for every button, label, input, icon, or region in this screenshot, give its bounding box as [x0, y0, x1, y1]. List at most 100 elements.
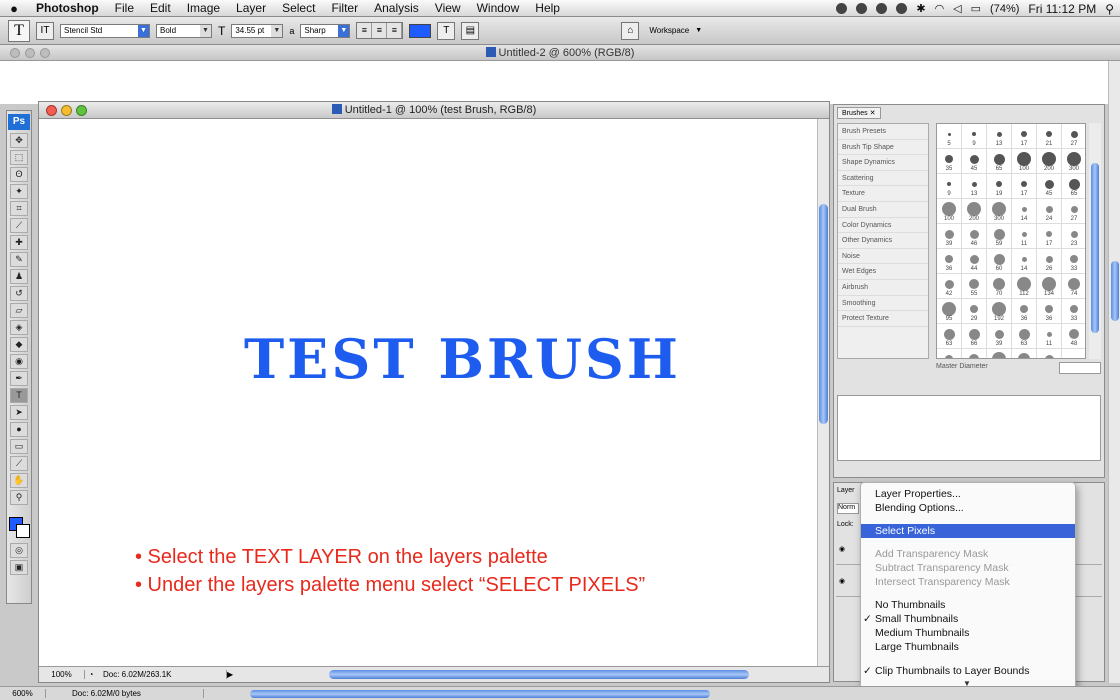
text-color-swatch[interactable]	[409, 23, 432, 38]
brush-preset[interactable]: 21	[1037, 124, 1062, 149]
menu-item-select-pixels[interactable]: Select Pixels	[861, 524, 1075, 538]
brush-preset[interactable]: 45	[962, 149, 987, 174]
brush-preset[interactable]: 192	[987, 299, 1012, 324]
scroll-thumb[interactable]	[1111, 261, 1119, 321]
brush-option[interactable]: Shape Dynamics	[838, 155, 928, 171]
brush-preset[interactable]: 35	[937, 149, 962, 174]
eye-icon[interactable]: ◉	[839, 577, 849, 585]
paint-bucket-tool-icon[interactable]: ◈	[10, 320, 28, 335]
horizontal-scroll-thumb[interactable]	[250, 690, 710, 698]
brush-grid-scrollbar[interactable]	[1089, 123, 1101, 359]
crop-tool-icon[interactable]: ⌗	[10, 201, 28, 216]
brush-preset[interactable]: 36	[1012, 299, 1037, 324]
brush-option[interactable]: Airbrush	[838, 280, 928, 296]
close-icon[interactable]	[46, 105, 57, 116]
brush-preset[interactable]: 29	[962, 299, 987, 324]
shape-tool-icon[interactable]: ●	[10, 422, 28, 437]
brush-option[interactable]: Dual Brush	[838, 202, 928, 218]
status-arrow-icon[interactable]: ▶	[227, 670, 237, 679]
path-selection-tool-icon[interactable]: ➤	[10, 405, 28, 420]
brush-preset[interactable]: 95	[937, 299, 962, 324]
ps-logo[interactable]: Ps	[8, 114, 30, 130]
menu-image[interactable]: Image	[179, 1, 228, 15]
zoom-tool-icon[interactable]: ⚲	[10, 490, 28, 505]
type-tool-icon[interactable]: T	[10, 388, 28, 403]
align-right-button[interactable]: ≡	[387, 23, 403, 38]
brush-preset[interactable]: 14	[1012, 249, 1037, 274]
brush-preset[interactable]: 75	[1012, 349, 1037, 358]
brush-preset[interactable]: 11	[1037, 324, 1062, 349]
hand-tool-icon[interactable]: ✋	[10, 473, 28, 488]
close-icon[interactable]	[10, 48, 20, 58]
type-tool-preset-button[interactable]: T	[8, 19, 30, 42]
healing-brush-tool-icon[interactable]: ✚	[10, 235, 28, 250]
warp-text-icon[interactable]: T	[437, 21, 456, 40]
brush-option[interactable]: Color Dynamics	[838, 218, 928, 234]
zoom-icon[interactable]	[76, 105, 87, 116]
marquee-tool-icon[interactable]: ⬚	[10, 150, 28, 165]
menu-window[interactable]: Window	[469, 1, 528, 15]
brush-preset[interactable]: 65	[1062, 174, 1085, 199]
brush-option[interactable]: Noise	[838, 249, 928, 265]
brush-preset[interactable]: 13	[987, 124, 1012, 149]
brush-tool-icon[interactable]: ✎	[10, 252, 28, 267]
scroll-thumb[interactable]	[819, 204, 828, 424]
doc2-canvas[interactable]	[0, 61, 1120, 104]
font-size-field[interactable]: 34.55 pt ▼	[231, 23, 284, 38]
brush-preset[interactable]: 300	[987, 199, 1012, 224]
menu-item-no-thumbnails[interactable]: No Thumbnails	[861, 598, 1075, 612]
menu-select[interactable]: Select	[274, 1, 323, 15]
brush-preset[interactable]: 17	[1012, 124, 1037, 149]
menu-item-large-thumbnails[interactable]: Large Thumbnails	[861, 640, 1075, 654]
brush-preset[interactable]: 60	[987, 249, 1012, 274]
menu-item-intersect-transparency-mask[interactable]: Intersect Transparency Mask	[861, 575, 1075, 589]
history-brush-tool-icon[interactable]: ↺	[10, 286, 28, 301]
brush-preset[interactable]: 26	[1037, 249, 1062, 274]
brush-preset[interactable]: 45	[1037, 349, 1062, 358]
workspace-menu[interactable]: Workspace	[649, 26, 689, 35]
zoom-level[interactable]: 100%	[39, 670, 85, 679]
notes-tool-icon[interactable]: ▭	[10, 439, 28, 454]
brush-preset[interactable]: 112	[1012, 274, 1037, 299]
doc2-zoom-level[interactable]: 600%	[0, 689, 46, 698]
brushes-tab[interactable]: Brushes ✕	[837, 107, 881, 119]
brush-preset[interactable]: 33	[1062, 299, 1085, 324]
doc2-vertical-scrollbar[interactable]	[1108, 61, 1120, 683]
eye-icon[interactable]: ◉	[839, 545, 849, 553]
menu-item-blending-options[interactable]: Blending Options...	[861, 501, 1075, 515]
brush-preset[interactable]: 17	[1012, 174, 1037, 199]
blend-mode-select[interactable]: Norm	[837, 503, 859, 514]
menu-item-subtract-transparency-mask[interactable]: Subtract Transparency Mask	[861, 561, 1075, 575]
brush-preset[interactable]: 63	[1012, 324, 1037, 349]
menu-edit[interactable]: Edit	[142, 1, 179, 15]
status-menu-icon[interactable]: ◔	[85, 670, 97, 679]
lasso-tool-icon[interactable]: ʘ	[10, 167, 28, 182]
horizontal-scroll-thumb[interactable]	[329, 670, 749, 679]
font-style-select[interactable]: Bold ▼	[156, 23, 212, 38]
brush-preset[interactable]: 9	[962, 124, 987, 149]
brush-preset[interactable]: 134	[1037, 274, 1062, 299]
character-panel-icon[interactable]: ▤	[461, 21, 480, 40]
brush-preset[interactable]: 44	[962, 249, 987, 274]
brush-preset[interactable]: 63	[937, 324, 962, 349]
clock[interactable]: Fri 11:12 PM	[1028, 2, 1096, 16]
eyedropper-tool-icon[interactable]: ⟋	[10, 456, 28, 471]
menu-filter[interactable]: Filter	[323, 1, 366, 15]
brush-preset[interactable]: 70	[987, 274, 1012, 299]
brush-preset[interactable]: 300	[1062, 149, 1085, 174]
brush-preset[interactable]: 27	[1062, 199, 1085, 224]
brush-preset[interactable]: 42	[937, 274, 962, 299]
brush-preset[interactable]: 45	[1037, 174, 1062, 199]
media-control-icon[interactable]	[896, 3, 908, 14]
brush-preset[interactable]: 74	[1062, 274, 1085, 299]
brush-preset[interactable]: 48	[1062, 324, 1085, 349]
brush-preset[interactable]: 33	[1062, 249, 1085, 274]
menu-view[interactable]: View	[427, 1, 469, 15]
eraser-tool-icon[interactable]: ▱	[10, 303, 28, 318]
brush-option[interactable]: Wet Edges	[838, 264, 928, 280]
screen-mode-icon[interactable]: ▣	[10, 560, 28, 575]
brush-preset[interactable]: 59	[987, 224, 1012, 249]
menu-item-layer-properties[interactable]: Layer Properties...	[861, 487, 1075, 501]
media-control-icon[interactable]	[836, 3, 848, 14]
minimize-icon[interactable]	[61, 105, 72, 116]
